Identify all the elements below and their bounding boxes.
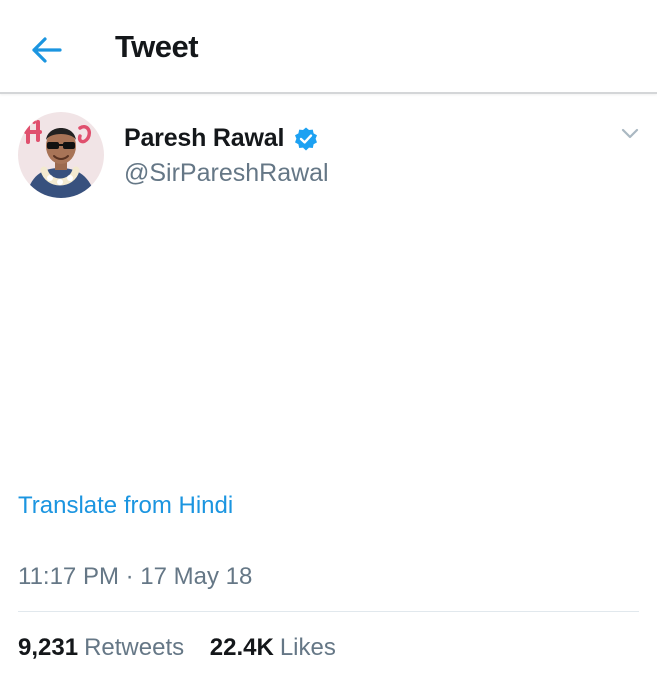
author-handle[interactable]: @SirPareshRawal: [124, 159, 329, 188]
likes-label: Likes: [279, 634, 336, 661]
likes-stat[interactable]: 22.4K Likes: [210, 634, 336, 662]
divider: [18, 611, 639, 612]
chevron-down-icon: [621, 128, 639, 139]
profile-photo: [18, 112, 104, 198]
top-bar: Tweet: [0, 0, 657, 94]
retweets-count: 9,231: [18, 634, 79, 661]
tweet-stats: 9,231 Retweets 22.4K Likes: [18, 634, 336, 662]
tweet-menu-button[interactable]: [620, 126, 640, 142]
retweets-stat[interactable]: 9,231 Retweets: [18, 634, 184, 662]
arrow-left-icon: [32, 37, 62, 63]
translate-link[interactable]: Translate from Hindi: [18, 492, 233, 520]
avatar[interactable]: [18, 112, 104, 198]
author-name[interactable]: Paresh Rawal: [124, 124, 284, 153]
likes-count: 22.4K: [209, 634, 274, 661]
tweet-timestamp: 11:17 PM · 17 May 18: [18, 563, 253, 590]
back-button[interactable]: [26, 30, 66, 70]
retweets-label: Retweets: [84, 634, 185, 661]
verified-badge-icon: [295, 127, 317, 151]
page-title: Tweet: [115, 29, 199, 64]
